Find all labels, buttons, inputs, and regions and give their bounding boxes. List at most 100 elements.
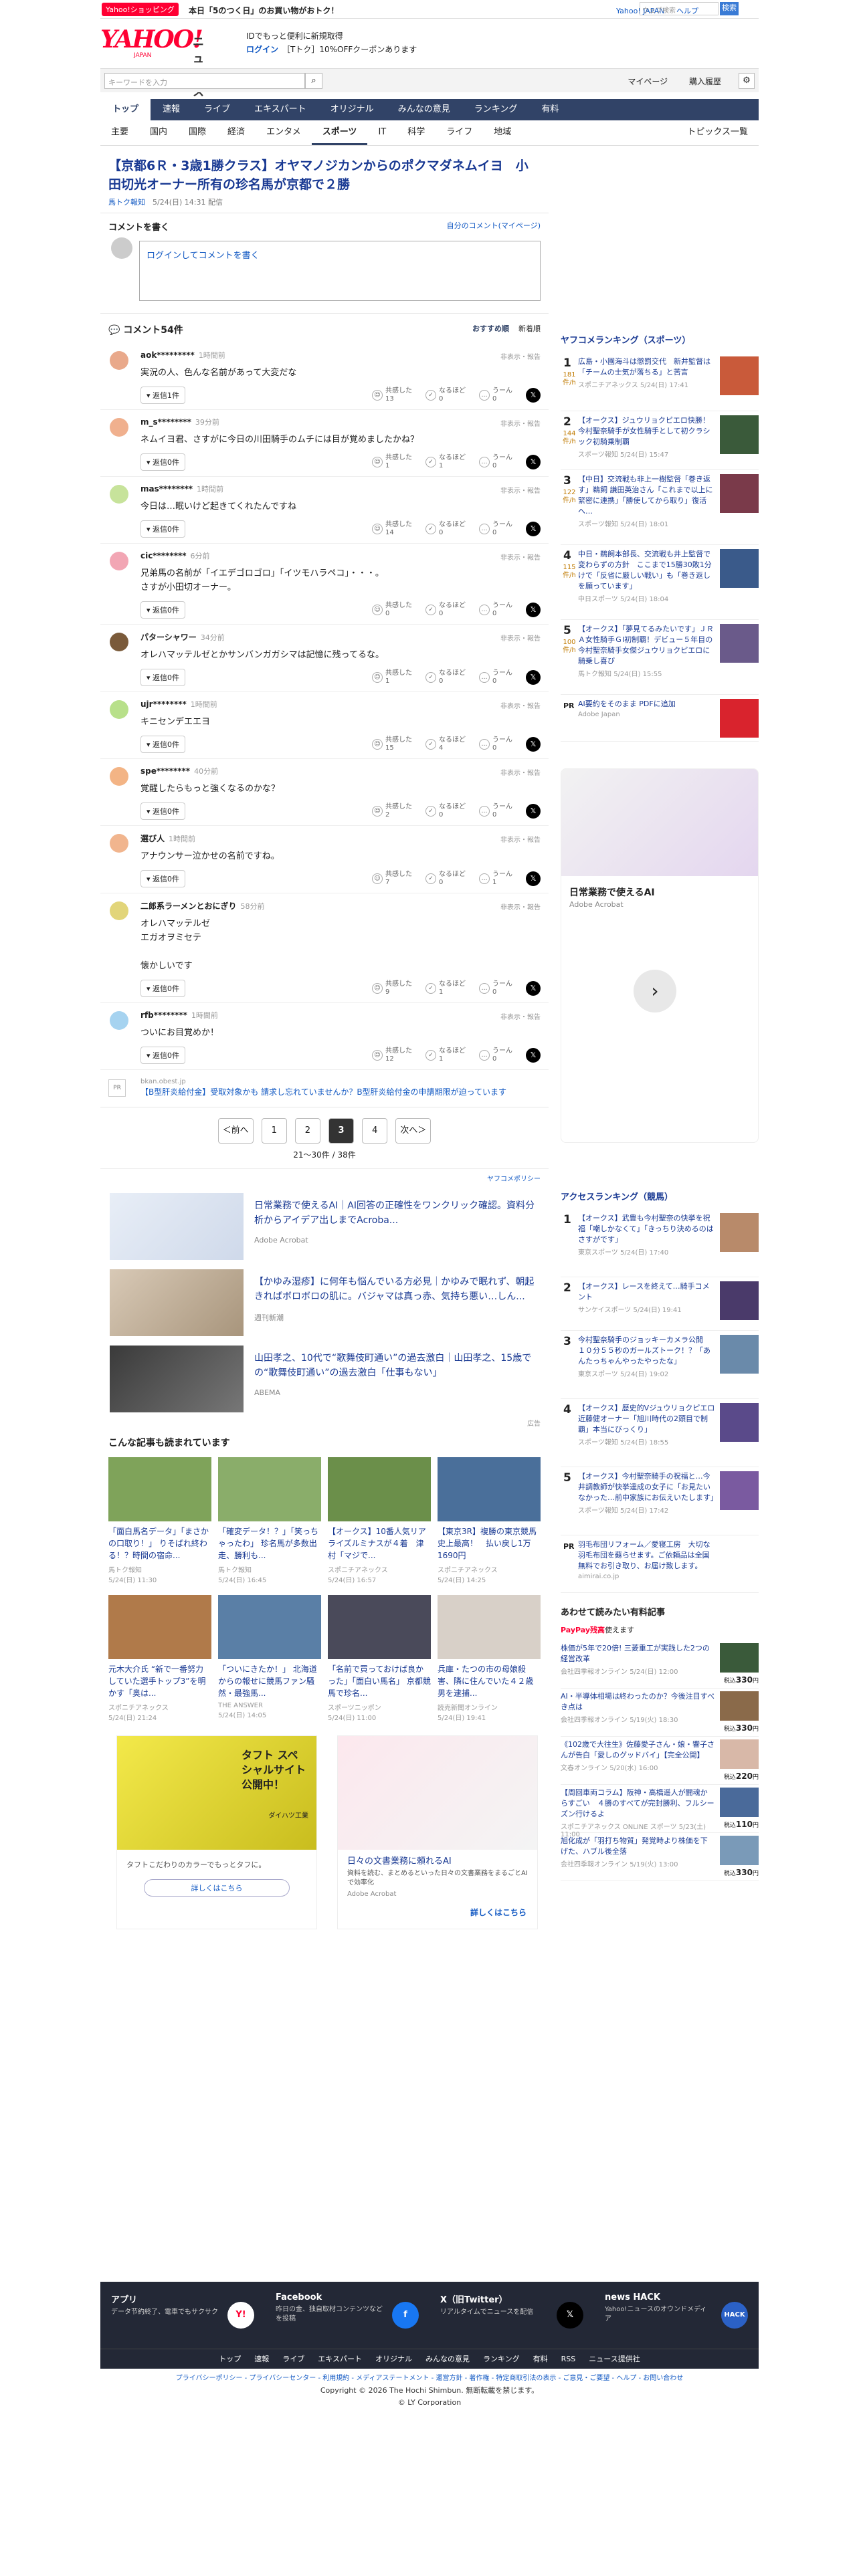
empathy-button[interactable]: ☺ 共感した 9 [372,980,412,996]
footer-nav-item[interactable]: エキスパート [318,2355,362,2363]
ranking-title[interactable]: 広島・小園海斗は懲罰交代 新井監督は「チームの士気が落ちる」と苦言 [578,356,716,378]
paid-item[interactable]: 株価が5年で20倍! 三菱重工が実践した2つの経営改革 会社四季報オンライン 5/… [561,1640,759,1689]
coupon-text[interactable]: ［Tトク］10%OFFクーポンあります [286,45,417,54]
tab-domestic[interactable]: 国内 [139,120,178,145]
pr-title[interactable]: AI要約をそのまま PDFに追加 [578,699,716,710]
ranking-title[interactable]: 中日・鵜飼本部長、交流戦も井上監督で変わらずの方針 ここまで15勝30敗1分けで… [578,549,716,592]
ad-cta-button[interactable]: 詳しくはこちら [470,1907,527,1918]
comment-user[interactable]: 二郎系ラーメンとおにぎり 58分前 [140,900,541,911]
avatar[interactable] [110,901,128,920]
replies-button[interactable]: ▾ 返信0件 [140,802,186,820]
report-link[interactable]: 非表示・報告 [500,552,541,562]
report-link[interactable]: 非表示・報告 [500,700,541,710]
ranking-title[interactable]: 【中日】交流戦も非上一樹監督「巻き返す」鵜飼 謙田英治さん「これまで以上に緊密に… [578,474,716,517]
naruhodo-button[interactable]: ✓ なるほど 0 [425,803,466,819]
gnav-original[interactable]: オリジナル [318,99,386,120]
comment-login-link[interactable]: ログイン [147,251,181,261]
footer-newshack[interactable]: news HACK Yahoo!ニュースのオウンドメディア HACK [594,2282,759,2349]
report-link[interactable]: 非表示・報告 [500,418,541,428]
replies-button[interactable]: ▾ 返信0件 [140,1047,186,1064]
footer-nav-item[interactable]: ランキング [483,2355,520,2363]
comment-username[interactable]: m_s******** [140,417,191,427]
related-title[interactable]: 兵庫・たつの市の母娘殺害、隣に住んでいた４２歳男を逮捕... [438,1663,541,1699]
comment-user[interactable]: 選び人 1時間前 [140,833,541,844]
empathy-button[interactable]: ☺ 共感した 14 [372,521,412,537]
related-title[interactable]: 【オークス】10番人気リアライズルミナスが４着 津村「マジで... [328,1525,431,1562]
empathy-button[interactable]: ☺ 共感した 0 [372,602,412,618]
chevron-right-icon[interactable]: › [634,970,676,1012]
native-ad-3[interactable]: 山田孝之、10代で“歌舞伎町通い”の過去激白｜山田孝之、15歳での“歌舞伎町通い… [110,1346,538,1419]
avatar[interactable] [110,633,128,651]
empathy-button[interactable]: ☺ 共感した 1 [372,669,412,685]
related-title[interactable]: 「名前で買っておけば良かった」「面白い馬名」 京都競馬で珍名... [328,1663,431,1699]
report-link[interactable]: 非表示・報告 [500,834,541,844]
gnav-ranking[interactable]: ランキング [462,99,530,120]
comment-username[interactable]: aok********* [140,350,195,360]
x-share-icon[interactable]: 𝕏 [526,670,541,685]
access-pr[interactable]: PR 羽毛布団リフォーム／愛寝工房 大切な羽毛布団を蘇らせます。ご依頼品は全国無… [561,1535,759,1593]
related-item[interactable]: 【東京3R】複勝の東京競馬史上最高！ 払い戻し1万1690円 スポニチアネックス 5… [438,1457,541,1584]
web-search-input[interactable]: ウェブ検索 [640,2,719,15]
comment-user[interactable]: パターシャワー 34分前 [140,631,541,643]
comment-username[interactable]: ujr******** [140,700,187,709]
prev-page-button[interactable]: ＜前へ [217,1118,254,1144]
login-link[interactable]: ログイン [246,45,278,54]
umu-button[interactable]: … うーん 0 [479,980,512,996]
paid-item[interactable]: 旭化成が「羽打ち物質」発覚時より株価を下げた、ハブル後全落 会社四季報オンライン … [561,1833,759,1881]
tab-it[interactable]: IT [367,120,397,145]
comment-user[interactable]: m_s******** 39分前 [140,417,541,427]
access-item[interactable]: 3 今村聖奈騎手のジョッキーカメラ公開 １０分５５秒のガールズトーク！？「あんたっ… [561,1331,759,1399]
umu-button[interactable]: … うーん 0 [479,669,512,685]
related-item[interactable]: 「名前で買っておけば良かった」「面白い馬名」 京都競馬で珍名... スポーツニッポ… [328,1595,431,1722]
avatar[interactable] [110,485,128,504]
naruhodo-button[interactable]: ✓ なるほど 0 [425,521,466,537]
footer-nav-item[interactable]: ライブ [282,2355,304,2363]
access-title[interactable]: 【オークス】今村聖奈騎手の祝福と…今井調教師が快挙達成の女子に「お見たいなかった… [578,1471,718,1503]
tab-main[interactable]: 主要 [100,120,139,145]
avatar[interactable] [110,351,128,370]
umu-button[interactable]: … うーん 0 [479,454,512,470]
bottom-ad-adobe[interactable]: 日々の文書業務に頼れるAI 資料を読む、まとめるといった日々の文書業務をまるごと… [337,1735,538,1929]
access-title[interactable]: 【オークス】歴史的Vジュウリョクピエロ 近藤健オーナー「旭川時代の2頭目で制覇」… [578,1403,722,1435]
paid-item[interactable]: 【周回車両コラム】阪神・高橋遥人が闘魂からすごい ４勝のすべてが完封勝利、フルシ… [561,1785,759,1838]
comment-user[interactable]: ujr******** 1時間前 [140,699,541,710]
empathy-button[interactable]: ☺ 共感した 1 [372,454,412,470]
footer-nav-item[interactable]: 速報 [254,2355,269,2363]
empathy-button[interactable]: ☺ 共感した 13 [372,387,412,403]
umu-button[interactable]: … うーん 0 [479,803,512,819]
paid-title[interactable]: 旭化成が「羽打ち物質」発覚時より株価を下げた、ハブル後全落 [561,1836,714,1857]
replies-button[interactable]: ▾ 返信0件 [140,870,186,887]
footer-app[interactable]: アプリ データ节約終了、電車でもサクサク Y! [100,2282,265,2349]
replies-button[interactable]: ▾ 返信0件 [140,453,186,471]
empathy-button[interactable]: ☺ 共感した 2 [372,803,412,819]
access-item[interactable]: 4 【オークス】歴史的Vジュウリョクピエロ 近藤健オーナー「旭川時代の2頭目で制覇… [561,1399,759,1467]
article-source[interactable]: 馬トク報知 [108,198,145,207]
signup-text[interactable]: IDでもっと便利に新規取得 [246,29,417,43]
native-ad-1[interactable]: 日常業務で使えるAI｜AI回答の正確性をワンクリック確認。資料分析からアイデア出… [110,1193,538,1267]
umu-button[interactable]: … うーん 1 [479,871,512,887]
ranking-item[interactable]: 2 144 件/h 【オークス】ジュウリョクピエロ快勝！今村聖奈騎手が女性騎手として初… [561,411,759,470]
access-item[interactable]: 1 【オークス】武豊も今村聖奈の快挙を祝福「嘲しかなくて」「きっちり決めるのはさす… [561,1209,759,1277]
web-search-button[interactable]: 検索 [720,2,739,15]
tab-entertainment[interactable]: エンタメ [256,120,312,145]
related-item[interactable]: 兵庫・たつの市の母娘殺害、隣に住んでいた４２歳男を逮捕... 読売新聞オンライン 5… [438,1595,541,1722]
shopping-badge[interactable]: Yahoo!ショッピング [102,3,179,16]
replies-button[interactable]: ▾ 返信0件 [140,520,186,538]
umu-button[interactable]: … うーん 0 [479,602,512,618]
tab-world[interactable]: 国際 [178,120,217,145]
footer-nav-item[interactable]: ニュース提供社 [589,2355,640,2363]
report-link[interactable]: 非表示・報告 [500,351,541,361]
ranking-item[interactable]: 3 122 件/h 【中日】交流戦も非上一樹監督「巻き返す」鵜飼 謙田英治さん「これま… [561,470,759,545]
gnav-expert[interactable]: エキスパート [242,99,318,120]
naruhodo-button[interactable]: ✓ なるほど 0 [425,387,466,403]
tab-sports[interactable]: スポーツ [311,120,368,145]
pr-title[interactable]: 羽毛布団リフォーム／愛寝工房 大切な羽毛布団を蘇らせます。ご依頼品は全国無料でお… [578,1539,716,1572]
related-title[interactable]: 【東京3R】複勝の東京競馬史上最高！ 払い戻し1万1690円 [438,1525,541,1562]
ad-title[interactable]: 山田孝之、10代で“歌舞伎町通い”の過去激白｜山田孝之、15歳での“歌舞伎町通い… [254,1351,538,1380]
related-title[interactable]: 「面白馬名データ」「まさかの口取り！」 りそばれ終わる！？時間の宿命... [108,1525,211,1562]
paid-item[interactable]: AI・半導体相場は終わったのか？今後注目すべき点は 会社四季報オンライン 5/19… [561,1689,759,1737]
sidebar-display-ad[interactable]: 日常業務で使えるAI Adobe Acrobat › [561,768,759,1143]
empathy-button[interactable]: ☺ 共感した 7 [372,871,412,887]
footer-links[interactable]: プライバシーポリシー - プライバシーセンター - 利用規約 - メディアステー… [100,2373,759,2385]
avatar[interactable] [110,552,128,570]
